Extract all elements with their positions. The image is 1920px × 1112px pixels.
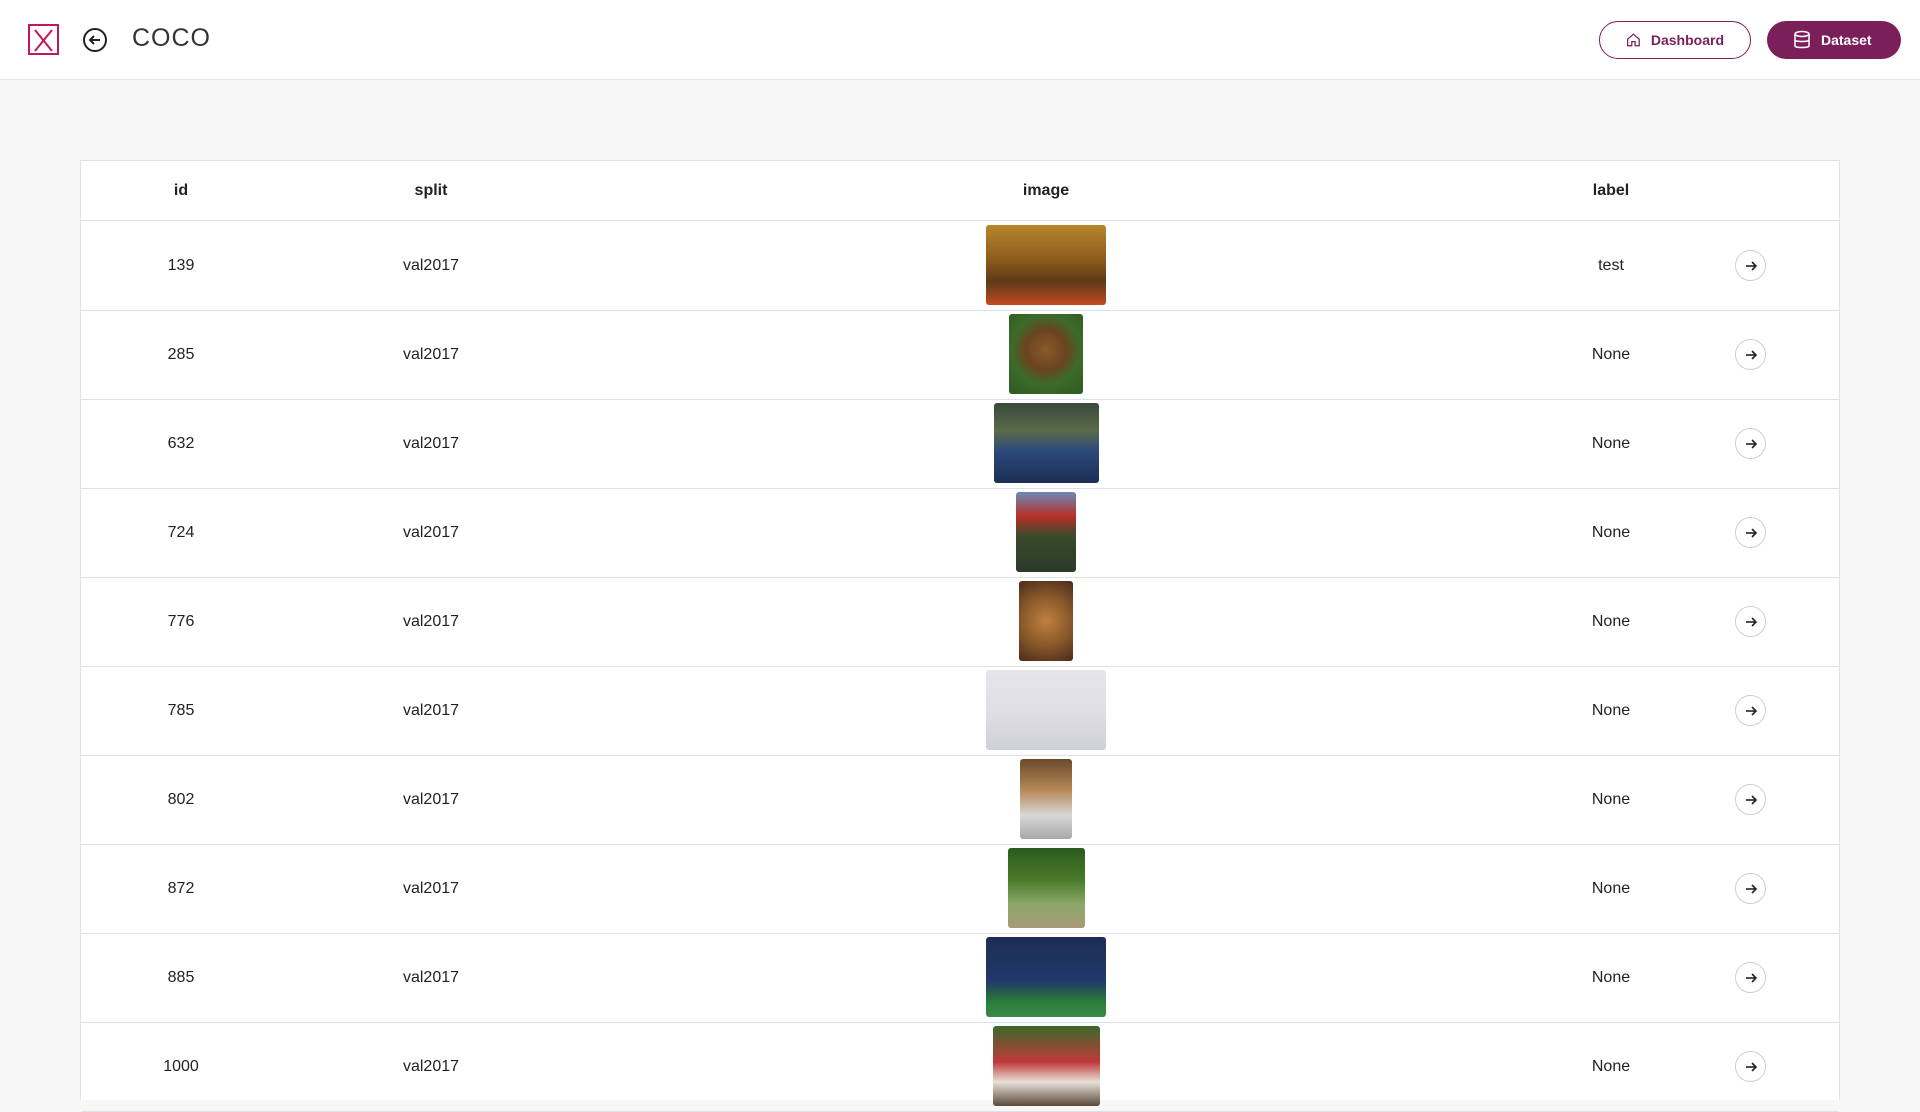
arrow-right-circle-icon	[1745, 438, 1757, 449]
cell-image	[941, 668, 1151, 752]
open-row-button[interactable]	[1735, 339, 1766, 370]
dataset-label: Dataset	[1821, 32, 1872, 48]
teddy-bears-photo[interactable]	[1019, 581, 1073, 661]
cell-image	[941, 846, 1151, 930]
tennis-photo[interactable]	[986, 937, 1106, 1017]
living-room-photo[interactable]	[986, 225, 1106, 305]
cell-id: 785	[167, 702, 195, 719]
table-header: id split image label	[81, 161, 1839, 221]
cell-label: None	[1591, 791, 1631, 808]
dataset-button[interactable]: Dataset	[1767, 21, 1901, 59]
column-header-id[interactable]: id	[81, 161, 281, 220]
cell-image	[941, 579, 1151, 663]
cell-split: val2017	[402, 435, 460, 452]
database-icon	[1794, 30, 1810, 49]
page-title: COCO	[132, 24, 211, 52]
open-row-button[interactable]	[1735, 250, 1766, 281]
cell-id: 802	[167, 791, 195, 808]
cell-split: val2017	[402, 346, 460, 363]
open-row-button[interactable]	[1735, 428, 1766, 459]
cell-label: None	[1591, 969, 1631, 986]
home-icon	[1627, 33, 1640, 47]
open-row-button[interactable]	[1735, 606, 1766, 637]
cell-image	[941, 490, 1151, 574]
open-row-button[interactable]	[1735, 784, 1766, 815]
cell-label: None	[1591, 524, 1631, 541]
cell-split: val2017	[402, 791, 460, 808]
cell-split: val2017	[402, 524, 460, 541]
table-row[interactable]: 139 val2017 test	[81, 221, 1839, 311]
data-table: id split image label 139 val2017 test 285 va…	[80, 160, 1840, 1112]
cell-label: test	[1598, 257, 1624, 274]
open-row-button[interactable]	[1735, 873, 1766, 904]
cell-id: 724	[167, 524, 195, 541]
cell-id: 885	[167, 969, 195, 986]
cell-label: None	[1591, 346, 1631, 363]
back-button[interactable]	[83, 28, 107, 52]
baseball-photo[interactable]	[1007, 848, 1085, 928]
cell-image	[941, 1024, 1151, 1108]
arrow-right-circle-icon	[1745, 349, 1757, 360]
arrow-left-circle-icon	[88, 35, 100, 45]
table-row[interactable]: 872 val2017 None	[81, 844, 1839, 934]
cell-image	[941, 401, 1151, 485]
table-row[interactable]: 885 val2017 None	[81, 933, 1839, 1023]
arrow-right-circle-icon	[1745, 260, 1757, 271]
column-header-label[interactable]: label	[1511, 161, 1711, 220]
arrow-right-circle-icon	[1745, 1061, 1757, 1072]
table-row[interactable]: 632 val2017 None	[81, 399, 1839, 489]
cell-split: val2017	[402, 1058, 460, 1075]
column-header-split[interactable]: split	[331, 161, 531, 220]
cell-id: 139	[167, 257, 195, 274]
column-header-image[interactable]: image	[941, 161, 1151, 220]
bedroom-photo[interactable]	[993, 403, 1099, 483]
arrow-right-circle-icon	[1745, 883, 1757, 894]
skier-photo[interactable]	[986, 670, 1106, 750]
cell-id: 632	[167, 435, 195, 452]
brown-bear-photo[interactable]	[1009, 314, 1083, 394]
open-row-button[interactable]	[1735, 962, 1766, 993]
table-row[interactable]: 776 val2017 None	[81, 577, 1839, 667]
arrow-right-circle-icon	[1745, 705, 1757, 716]
cell-image	[941, 312, 1151, 396]
cell-id: 285	[167, 346, 195, 363]
arrow-right-circle-icon	[1745, 794, 1757, 805]
open-row-button[interactable]	[1735, 695, 1766, 726]
dashboard-label: Dashboard	[1650, 32, 1724, 48]
table-row[interactable]: 724 val2017 None	[81, 488, 1839, 578]
table-row[interactable]: 785 val2017 None	[81, 666, 1839, 756]
table-row[interactable]: 285 val2017 None	[81, 310, 1839, 400]
kitchen-photo[interactable]	[1020, 759, 1072, 839]
top-bar: COCO Dashboard Dataset	[0, 0, 1920, 80]
cell-split: val2017	[402, 969, 460, 986]
cell-id: 1000	[163, 1058, 199, 1075]
cell-image	[941, 935, 1151, 1019]
cell-id: 872	[167, 880, 195, 897]
table-row[interactable]: 1000 val2017 None	[81, 1022, 1839, 1112]
stop-sign-photo[interactable]	[1016, 492, 1076, 572]
arrow-right-circle-icon	[1745, 616, 1757, 627]
arrow-right-circle-icon	[1745, 972, 1757, 983]
cell-label: None	[1591, 880, 1631, 897]
dashboard-button[interactable]: Dashboard	[1599, 21, 1751, 59]
cell-image	[941, 757, 1151, 841]
cell-label: None	[1591, 435, 1631, 452]
cell-id: 776	[167, 613, 195, 630]
cell-label: None	[1591, 613, 1631, 630]
cell-split: val2017	[402, 257, 460, 274]
logo-x-icon[interactable]	[28, 24, 59, 55]
cell-label: None	[1591, 702, 1631, 719]
arrow-right-circle-icon	[1745, 527, 1757, 538]
open-row-button[interactable]	[1735, 517, 1766, 548]
table-row[interactable]: 802 val2017 None	[81, 755, 1839, 845]
cell-label: None	[1591, 1058, 1631, 1075]
cell-split: val2017	[402, 880, 460, 897]
cell-split: val2017	[402, 702, 460, 719]
group-photo[interactable]	[992, 1026, 1100, 1106]
cell-image	[941, 223, 1151, 307]
cell-split: val2017	[402, 613, 460, 630]
open-row-button[interactable]	[1735, 1051, 1766, 1082]
